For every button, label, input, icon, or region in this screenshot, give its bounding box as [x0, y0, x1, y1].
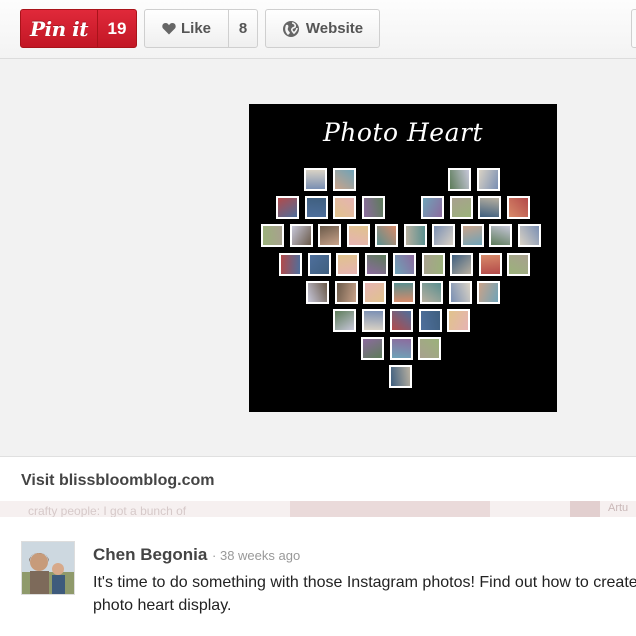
collage-photo-tile: [448, 168, 471, 191]
collage-photo-tile: [306, 280, 329, 304]
collage-photo-tile: [478, 252, 502, 276]
pin-toolbar: Pin it 19 Like 8 Website: [0, 0, 636, 59]
collage-photo-tile: [389, 365, 412, 389]
collage-photo-tile: [393, 252, 416, 276]
collage-photo-tile: [289, 224, 313, 248]
pin-image[interactable]: Photo Heart: [249, 104, 557, 412]
collage-photo-tile: [403, 224, 427, 248]
collage-photo-tile: [418, 337, 441, 361]
collage-photo-tile: [449, 196, 473, 220]
avatar-photo: [22, 542, 74, 594]
comment-text: It's time to do something with those Ins…: [93, 574, 636, 614]
strip-tag: Artu: [608, 502, 629, 514]
comment-author: Chen Begonia · 38 weeks ago: [93, 545, 300, 565]
like-main: Like: [145, 20, 228, 37]
like-count: 8: [238, 20, 248, 37]
collage-photo-tile: [450, 252, 473, 276]
collage-photo-tile: [420, 280, 443, 304]
collage-photo-tile: [421, 196, 444, 220]
collage-photo-tile: [507, 252, 530, 276]
collage-photo-tile: [477, 280, 500, 304]
collage-photo-tile: [304, 196, 328, 220]
collage-photo-tile: [375, 224, 398, 248]
visit-bar: Visit blissbloomblog.com: [0, 456, 636, 502]
collage-photo-tile: [460, 224, 484, 248]
website-button[interactable]: Website: [265, 9, 380, 48]
avatar[interactable]: [21, 541, 75, 595]
like-button[interactable]: Like 8: [144, 9, 258, 48]
collage-photo-tile: [318, 224, 341, 248]
collage-photo-tile: [346, 224, 370, 248]
author-name[interactable]: Chen Begonia: [93, 545, 207, 564]
strip-text: crafty people: I got a bunch of: [28, 504, 187, 517]
collage-photo-tile: [506, 196, 530, 220]
like-label: Like: [180, 20, 211, 37]
collage-photo-tile: [279, 252, 302, 276]
collage-photo-tile: [391, 280, 415, 304]
collage-photo-tile: [333, 196, 356, 220]
heart-icon: [162, 23, 176, 35]
collage-photo-tile: [421, 252, 445, 276]
collage-photo-tile: [334, 280, 358, 304]
collage-photo-tile: [276, 196, 299, 220]
collage-photo-tile: [361, 309, 385, 332]
pin-count: 19: [107, 18, 127, 38]
collage-photo-tile: [517, 224, 541, 248]
collage-photo-tile: [363, 280, 386, 304]
collage-photo-tile: [489, 224, 512, 248]
collage-photo-tile: [418, 309, 442, 332]
collage-photo-tile: [364, 252, 388, 276]
website-label: Website: [305, 20, 364, 37]
photo-title: Photo Heart: [322, 118, 484, 147]
strip-image: [570, 501, 600, 517]
collage-photo-tile: [336, 252, 359, 276]
globe-icon: [282, 20, 299, 37]
collage-photo-tile: [448, 280, 472, 304]
pin-description: Chen Begonia · 38 weeks ago It's time to…: [0, 517, 636, 636]
collage-photo-tile: [476, 168, 500, 191]
collage-photo-tile: [389, 337, 413, 361]
visit-link[interactable]: Visit blissbloomblog.com: [21, 472, 215, 490]
collage-photo-tile: [361, 196, 385, 220]
pin-it-button[interactable]: Pin it 19: [20, 9, 137, 48]
collage-photo-tile: [361, 337, 384, 361]
strip-image: [290, 501, 490, 517]
background-strip: crafty people: I got a bunch of Artu: [0, 501, 636, 517]
collage-photo-tile: [447, 309, 470, 332]
collage-photo-tile: [432, 224, 455, 248]
collage-photo-tile: [390, 309, 413, 332]
collage-photo-tile: [333, 309, 356, 332]
pin-it-label: Pin it: [30, 16, 88, 41]
collage-photo-tile: [332, 168, 356, 191]
comment-timestamp: · 38 weeks ago: [212, 548, 301, 563]
collage-photo-tile: [307, 252, 331, 276]
collage-photo-tile: [261, 224, 284, 248]
overflow-button[interactable]: [631, 9, 636, 48]
collage-photo-tile: [478, 196, 501, 220]
collage-photo-tile: [304, 168, 327, 191]
